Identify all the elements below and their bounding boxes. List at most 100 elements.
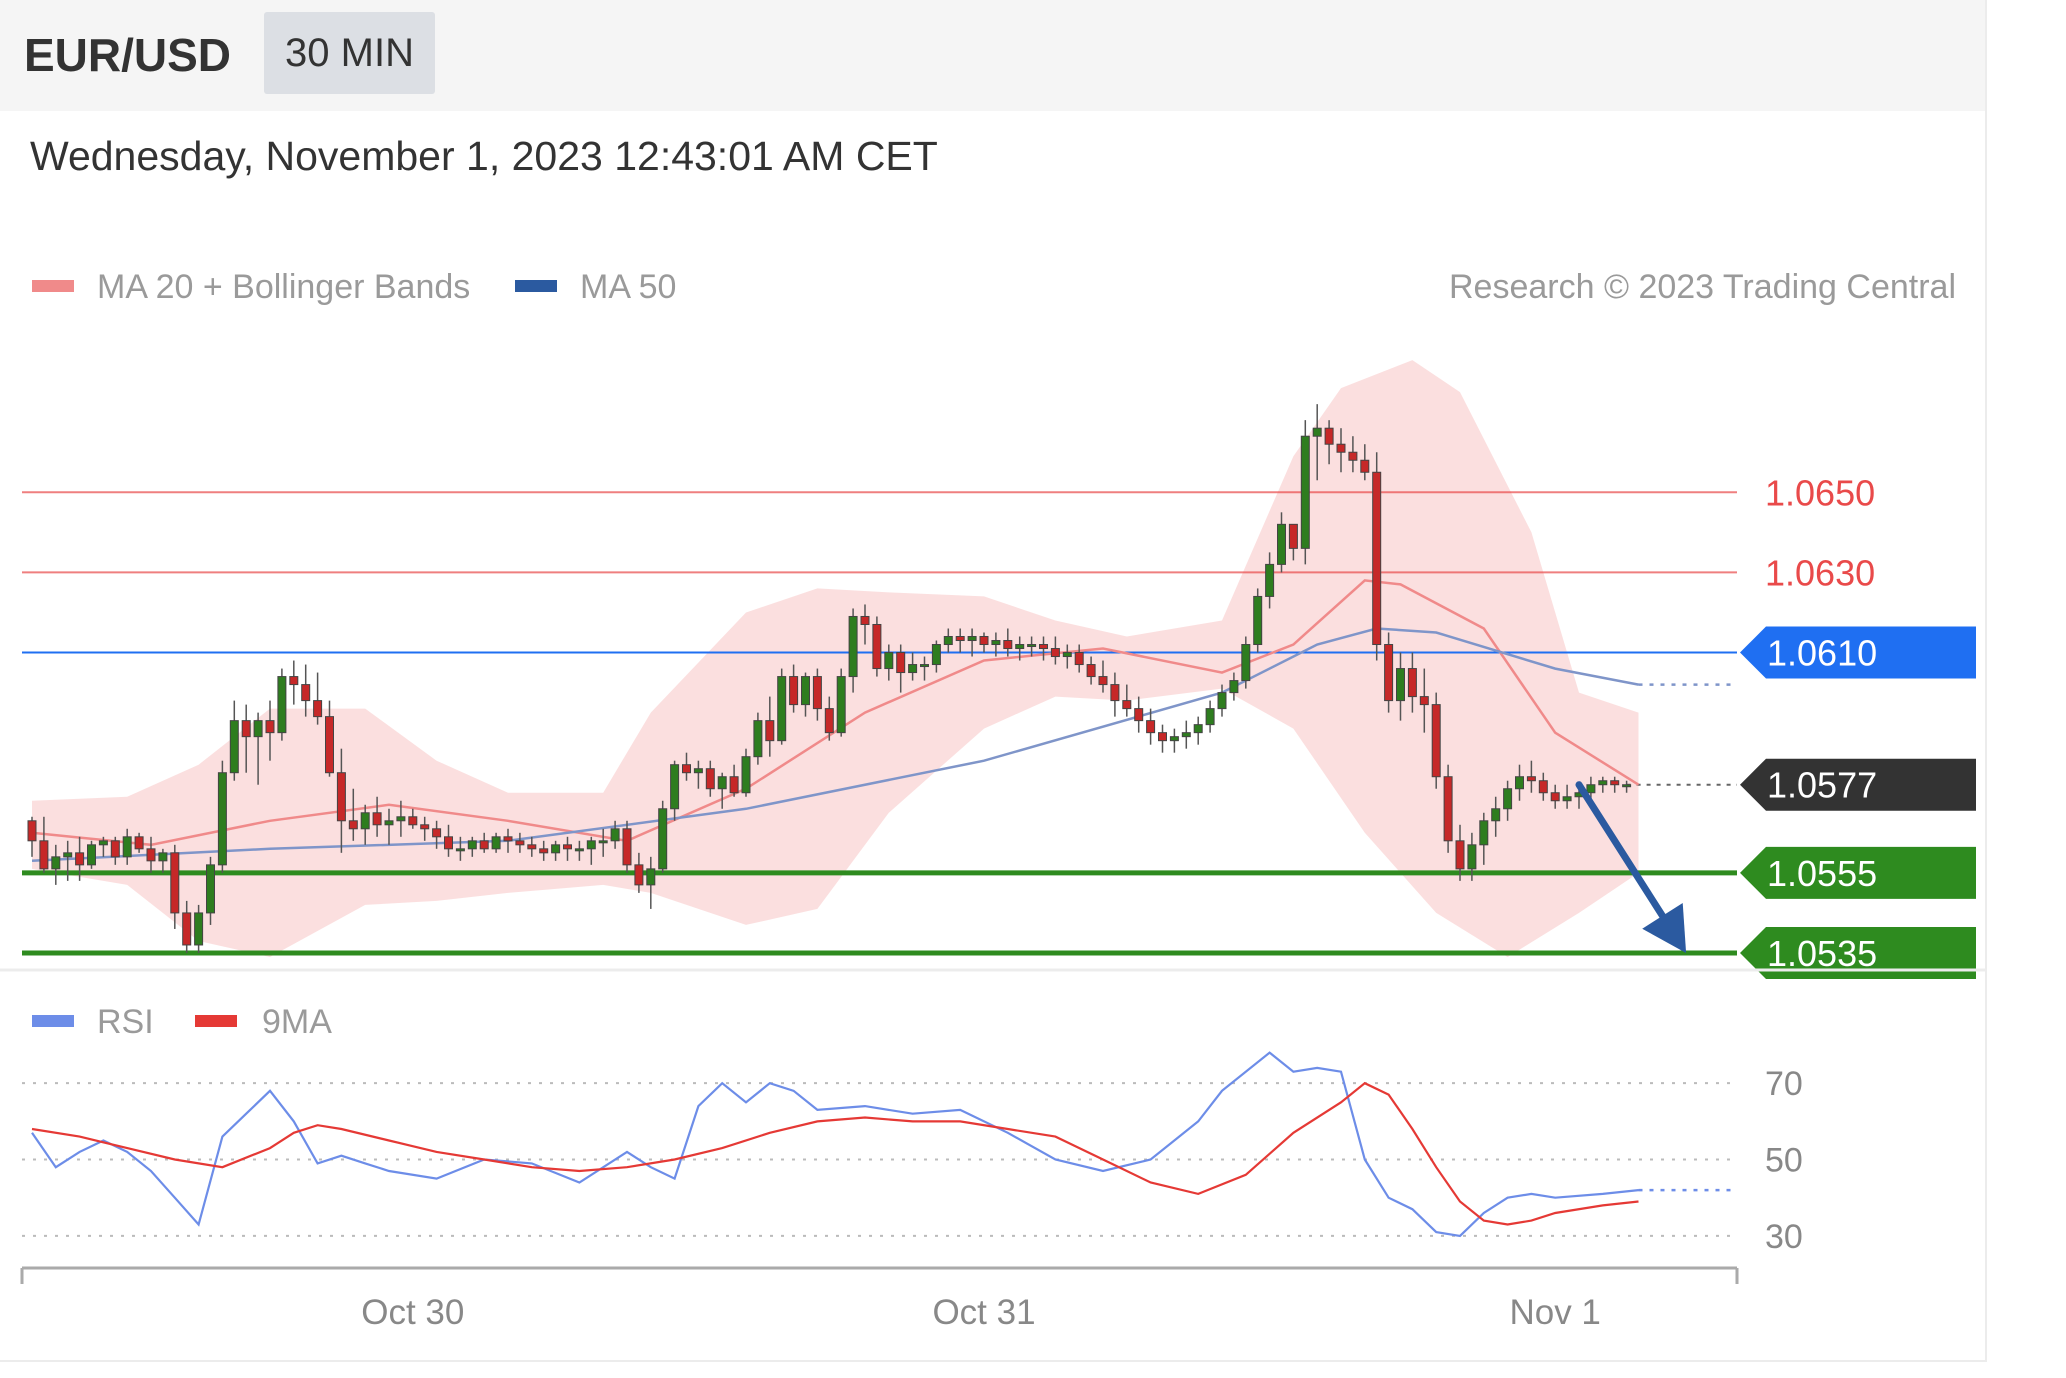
candle — [1515, 776, 1524, 790]
candle — [1027, 644, 1037, 648]
candle — [1324, 427, 1334, 445]
candle — [1062, 652, 1072, 658]
chart-canvas: MA 20 + Bollinger Bands MA 50 Research ©… — [0, 268, 1985, 1332]
candle — [146, 848, 156, 862]
candle — [122, 836, 132, 858]
candle — [1288, 523, 1298, 549]
candle — [705, 768, 715, 790]
candle — [98, 840, 108, 846]
candle — [1622, 784, 1632, 788]
candle — [646, 868, 656, 886]
support-label: 1.0535 — [1767, 933, 1877, 974]
chart-panel: EUR/USD 30 MIN Wednesday, November 1, 20… — [0, 0, 1987, 1362]
candle — [1431, 704, 1441, 778]
candle — [87, 844, 96, 866]
candle — [1562, 796, 1572, 802]
candle — [884, 652, 894, 670]
candle — [1538, 780, 1548, 794]
candle — [634, 864, 644, 886]
candle — [1586, 784, 1596, 794]
rsi-line — [31, 1051, 1639, 1238]
ma20-legend-swatch — [32, 280, 74, 292]
candle — [1610, 780, 1620, 786]
candle — [503, 836, 513, 842]
candle — [1050, 648, 1060, 658]
candle — [527, 844, 537, 850]
candle — [670, 764, 680, 810]
candle — [1134, 708, 1144, 722]
price-legend: MA 20 + Bollinger Bands MA 50 Research ©… — [32, 268, 1956, 306]
ma50-legend-label: MA 50 — [580, 268, 676, 306]
candle — [1598, 780, 1608, 786]
candle — [1277, 523, 1286, 565]
copyright-text: Research © 2023 Trading Central — [1449, 268, 1956, 306]
candle — [1467, 844, 1477, 870]
candle — [908, 664, 918, 674]
candle — [1360, 459, 1370, 473]
candle — [1384, 644, 1394, 702]
candle — [444, 836, 453, 850]
resistance-label: 1.0650 — [1765, 472, 1875, 513]
candle — [408, 816, 418, 826]
candle — [1158, 732, 1167, 742]
candle — [1253, 595, 1263, 646]
candle — [515, 840, 525, 846]
candle — [1146, 720, 1156, 734]
candle — [896, 652, 906, 674]
candle — [729, 776, 739, 794]
candle — [979, 636, 989, 646]
forecast-arrow-head — [1642, 902, 1687, 953]
candle — [991, 640, 1001, 646]
candle — [1122, 700, 1132, 710]
candle — [1003, 640, 1013, 650]
rsi-tick-label: 50 — [1765, 1142, 1803, 1180]
candle — [1169, 736, 1179, 742]
candle — [51, 856, 61, 870]
candle — [265, 720, 275, 734]
candle — [1300, 435, 1310, 549]
rsi-chart: 70 50 30 — [22, 1051, 1803, 1256]
candle — [134, 836, 144, 850]
pivot-label: 1.0610 — [1767, 633, 1877, 674]
candle — [27, 820, 37, 842]
candle — [1241, 644, 1251, 682]
candle — [753, 720, 763, 758]
candle — [1455, 840, 1465, 870]
candle — [39, 840, 49, 870]
candle — [182, 912, 192, 946]
candle — [253, 720, 263, 738]
candle — [741, 756, 751, 794]
candle — [693, 768, 703, 774]
candle — [396, 816, 406, 822]
candle — [848, 615, 858, 678]
ma50-legend-swatch — [515, 280, 557, 292]
candle — [860, 615, 870, 625]
candle — [574, 848, 584, 852]
candle — [551, 844, 561, 854]
candle — [455, 848, 465, 852]
candle — [229, 720, 239, 774]
candle — [1015, 644, 1025, 650]
candle — [241, 720, 251, 738]
candle — [1181, 732, 1191, 738]
candle — [1336, 443, 1346, 453]
candle — [967, 636, 977, 642]
candle — [765, 720, 775, 742]
candle — [801, 676, 810, 706]
rsi-legend-label: RSI — [97, 1003, 154, 1041]
time-tick-label: Oct 30 — [361, 1293, 464, 1332]
candle — [539, 848, 549, 854]
rsi-ma-legend-swatch — [195, 1015, 237, 1027]
candle — [491, 836, 501, 850]
candle — [217, 772, 227, 866]
candle — [194, 912, 204, 946]
support-label: 1.0555 — [1767, 853, 1877, 894]
candle — [1086, 664, 1096, 678]
rsi-ma-line — [31, 1081, 1639, 1226]
candle — [1074, 652, 1084, 666]
candle — [1348, 451, 1358, 461]
candle — [1419, 696, 1429, 706]
resistance-label: 1.0630 — [1765, 552, 1875, 593]
rsi-tick-label: 70 — [1765, 1065, 1803, 1103]
candle — [920, 664, 929, 668]
